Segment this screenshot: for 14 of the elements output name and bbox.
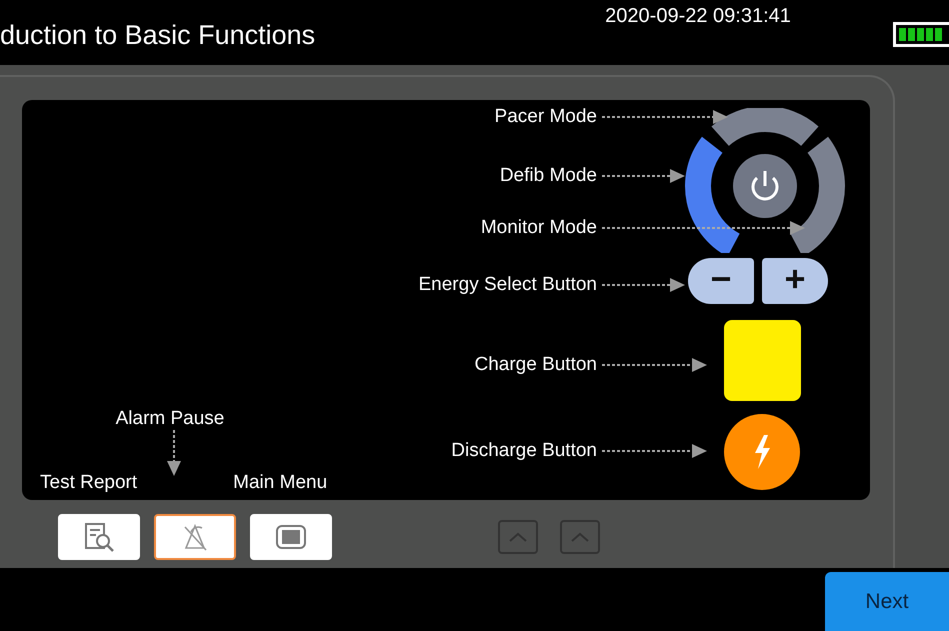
callout-label: Alarm Pause [116,408,224,430]
callout-label: Monitor Mode [480,217,597,239]
callout-label: Pacer Mode [494,106,597,128]
callout-label: Main Menu [233,472,328,494]
callout-label: Energy Select Button [418,274,597,296]
energy-button[interactable]: − [688,258,754,304]
callout-label: Test Report [40,472,138,494]
page-title: duction to Basic Functions [0,20,316,51]
energy-button[interactable]: + [762,258,828,304]
callout-label: Defib Mode [498,165,597,187]
next-button[interactable]: Next [825,572,949,631]
callout-label: Discharge Button [450,440,597,462]
date-time: 2020-09-22 09:31:41 [605,5,791,28]
callout-label: Charge Button [473,354,597,376]
